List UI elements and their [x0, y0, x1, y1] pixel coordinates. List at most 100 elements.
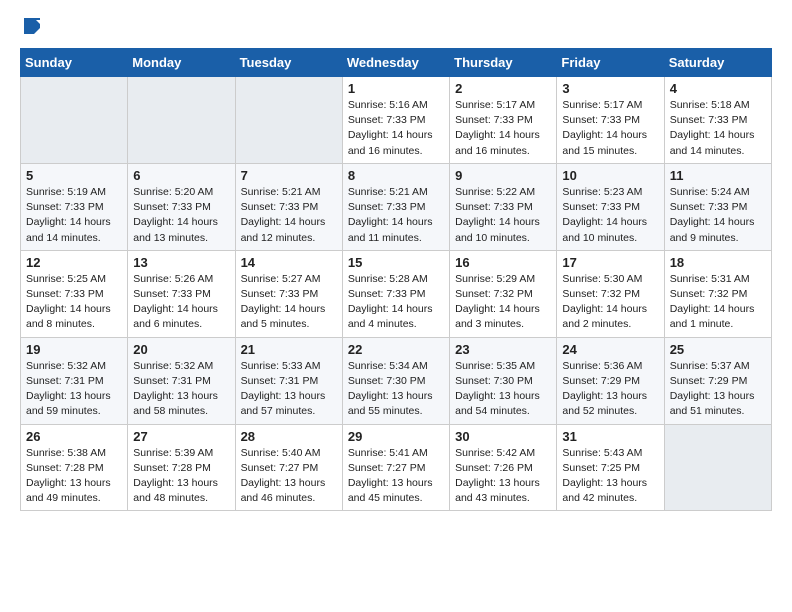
weekday-header-friday: Friday [557, 49, 664, 77]
day-info: Sunrise: 5:25 AM Sunset: 7:33 PM Dayligh… [26, 272, 122, 333]
day-number: 30 [455, 429, 551, 444]
day-number: 27 [133, 429, 229, 444]
calendar-cell: 16Sunrise: 5:29 AM Sunset: 7:32 PM Dayli… [450, 250, 557, 337]
calendar-cell: 11 Sunrise: 5:24 AM Sunset: 7:33 PM Dayli… [664, 163, 771, 250]
day-info: Sunrise: 5:31 AM Sunset: 7:32 PM Dayligh… [670, 272, 766, 333]
day-info: Sunrise: 5:18 AM Sunset: 7:33 PM Dayligh… [670, 98, 766, 159]
calendar-cell: 3 Sunrise: 5:17 AM Sunset: 7:33 PM Daylig… [557, 77, 664, 164]
page: SundayMondayTuesdayWednesdayThursdayFrid… [0, 0, 792, 527]
header [20, 16, 772, 36]
day-info: Sunrise: 5:39 AM Sunset: 7:28 PM Dayligh… [133, 446, 229, 507]
calendar-cell: 4Sunrise: 5:18 AM Sunset: 7:33 PM Daylig… [664, 77, 771, 164]
calendar-cell: 20 Sunrise: 5:32 AM Sunset: 7:31 PM Dayli… [128, 337, 235, 424]
weekday-header-wednesday: Wednesday [342, 49, 449, 77]
day-number: 3 [562, 81, 658, 96]
calendar-cell: 28Sunrise: 5:40 AM Sunset: 7:27 PM Dayli… [235, 424, 342, 511]
calendar-cell: 24 Sunrise: 5:36 AM Sunset: 7:29 PM Dayli… [557, 337, 664, 424]
logo [20, 16, 42, 36]
day-info: Sunrise: 5:23 AM Sunset: 7:33 PM Dayligh… [562, 185, 658, 246]
day-number: 24 [562, 342, 658, 357]
calendar-week-row: 12 Sunrise: 5:25 AM Sunset: 7:33 PM Dayli… [21, 250, 772, 337]
calendar-cell: 14 Sunrise: 5:27 AM Sunset: 7:33 PM Dayli… [235, 250, 342, 337]
calendar-cell: 22Sunrise: 5:34 AM Sunset: 7:30 PM Dayli… [342, 337, 449, 424]
day-number: 17 [562, 255, 658, 270]
calendar-cell: 27 Sunrise: 5:39 AM Sunset: 7:28 PM Dayli… [128, 424, 235, 511]
day-number: 9 [455, 168, 551, 183]
day-number: 26 [26, 429, 122, 444]
day-number: 12 [26, 255, 122, 270]
day-info: Sunrise: 5:36 AM Sunset: 7:29 PM Dayligh… [562, 359, 658, 420]
day-number: 10 [562, 168, 658, 183]
calendar-cell: 17 Sunrise: 5:30 AM Sunset: 7:32 PM Dayli… [557, 250, 664, 337]
calendar-week-row: 1 Sunrise: 5:16 AM Sunset: 7:33 PM Daylig… [21, 77, 772, 164]
calendar-cell [235, 77, 342, 164]
calendar-cell: 7 Sunrise: 5:21 AM Sunset: 7:33 PM Daylig… [235, 163, 342, 250]
calendar-week-row: 5 Sunrise: 5:19 AM Sunset: 7:33 PM Daylig… [21, 163, 772, 250]
calendar-header-row: SundayMondayTuesdayWednesdayThursdayFrid… [21, 49, 772, 77]
day-info: Sunrise: 5:41 AM Sunset: 7:27 PM Dayligh… [348, 446, 444, 507]
day-info: Sunrise: 5:32 AM Sunset: 7:31 PM Dayligh… [26, 359, 122, 420]
calendar-cell: 18 Sunrise: 5:31 AM Sunset: 7:32 PM Dayli… [664, 250, 771, 337]
day-number: 25 [670, 342, 766, 357]
calendar-cell: 15 Sunrise: 5:28 AM Sunset: 7:33 PM Dayli… [342, 250, 449, 337]
calendar-cell: 5 Sunrise: 5:19 AM Sunset: 7:33 PM Daylig… [21, 163, 128, 250]
day-info: Sunrise: 5:34 AM Sunset: 7:30 PM Dayligh… [348, 359, 444, 420]
day-number: 20 [133, 342, 229, 357]
day-number: 23 [455, 342, 551, 357]
day-info: Sunrise: 5:21 AM Sunset: 7:33 PM Dayligh… [241, 185, 337, 246]
day-number: 14 [241, 255, 337, 270]
day-number: 21 [241, 342, 337, 357]
calendar-week-row: 26 Sunrise: 5:38 AM Sunset: 7:28 PM Dayli… [21, 424, 772, 511]
day-info: Sunrise: 5:28 AM Sunset: 7:33 PM Dayligh… [348, 272, 444, 333]
weekday-header-thursday: Thursday [450, 49, 557, 77]
day-info: Sunrise: 5:27 AM Sunset: 7:33 PM Dayligh… [241, 272, 337, 333]
logo-icon [22, 16, 42, 36]
day-number: 7 [241, 168, 337, 183]
day-info: Sunrise: 5:21 AM Sunset: 7:33 PM Dayligh… [348, 185, 444, 246]
calendar-cell: 26 Sunrise: 5:38 AM Sunset: 7:28 PM Dayli… [21, 424, 128, 511]
day-info: Sunrise: 5:17 AM Sunset: 7:33 PM Dayligh… [562, 98, 658, 159]
day-info: Sunrise: 5:19 AM Sunset: 7:33 PM Dayligh… [26, 185, 122, 246]
day-info: Sunrise: 5:33 AM Sunset: 7:31 PM Dayligh… [241, 359, 337, 420]
calendar-table: SundayMondayTuesdayWednesdayThursdayFrid… [20, 48, 772, 511]
day-number: 13 [133, 255, 229, 270]
calendar-cell: 10 Sunrise: 5:23 AM Sunset: 7:33 PM Dayli… [557, 163, 664, 250]
calendar-cell [664, 424, 771, 511]
day-info: Sunrise: 5:16 AM Sunset: 7:33 PM Dayligh… [348, 98, 444, 159]
calendar-cell: 8 Sunrise: 5:21 AM Sunset: 7:33 PM Daylig… [342, 163, 449, 250]
day-info: Sunrise: 5:29 AM Sunset: 7:32 PM Dayligh… [455, 272, 551, 333]
day-number: 31 [562, 429, 658, 444]
day-number: 1 [348, 81, 444, 96]
weekday-header-tuesday: Tuesday [235, 49, 342, 77]
day-number: 2 [455, 81, 551, 96]
calendar-cell: 13 Sunrise: 5:26 AM Sunset: 7:33 PM Dayli… [128, 250, 235, 337]
calendar-cell: 29 Sunrise: 5:41 AM Sunset: 7:27 PM Dayli… [342, 424, 449, 511]
day-number: 29 [348, 429, 444, 444]
day-info: Sunrise: 5:26 AM Sunset: 7:33 PM Dayligh… [133, 272, 229, 333]
calendar-cell: 31Sunrise: 5:43 AM Sunset: 7:25 PM Dayli… [557, 424, 664, 511]
day-info: Sunrise: 5:37 AM Sunset: 7:29 PM Dayligh… [670, 359, 766, 420]
day-number: 5 [26, 168, 122, 183]
day-number: 18 [670, 255, 766, 270]
day-info: Sunrise: 5:38 AM Sunset: 7:28 PM Dayligh… [26, 446, 122, 507]
calendar-cell [21, 77, 128, 164]
day-number: 8 [348, 168, 444, 183]
day-info: Sunrise: 5:24 AM Sunset: 7:33 PM Dayligh… [670, 185, 766, 246]
day-info: Sunrise: 5:35 AM Sunset: 7:30 PM Dayligh… [455, 359, 551, 420]
calendar-week-row: 19 Sunrise: 5:32 AM Sunset: 7:31 PM Dayli… [21, 337, 772, 424]
calendar-cell: 9Sunrise: 5:22 AM Sunset: 7:33 PM Daylig… [450, 163, 557, 250]
calendar-cell: 12 Sunrise: 5:25 AM Sunset: 7:33 PM Dayli… [21, 250, 128, 337]
day-info: Sunrise: 5:17 AM Sunset: 7:33 PM Dayligh… [455, 98, 551, 159]
day-info: Sunrise: 5:30 AM Sunset: 7:32 PM Dayligh… [562, 272, 658, 333]
calendar-cell: 19 Sunrise: 5:32 AM Sunset: 7:31 PM Dayli… [21, 337, 128, 424]
day-number: 11 [670, 168, 766, 183]
calendar-cell: 23 Sunrise: 5:35 AM Sunset: 7:30 PM Dayli… [450, 337, 557, 424]
calendar-cell [128, 77, 235, 164]
day-number: 15 [348, 255, 444, 270]
calendar-cell: 2 Sunrise: 5:17 AM Sunset: 7:33 PM Daylig… [450, 77, 557, 164]
day-info: Sunrise: 5:20 AM Sunset: 7:33 PM Dayligh… [133, 185, 229, 246]
calendar-cell: 21 Sunrise: 5:33 AM Sunset: 7:31 PM Dayli… [235, 337, 342, 424]
day-number: 19 [26, 342, 122, 357]
day-info: Sunrise: 5:32 AM Sunset: 7:31 PM Dayligh… [133, 359, 229, 420]
calendar-cell: 1 Sunrise: 5:16 AM Sunset: 7:33 PM Daylig… [342, 77, 449, 164]
